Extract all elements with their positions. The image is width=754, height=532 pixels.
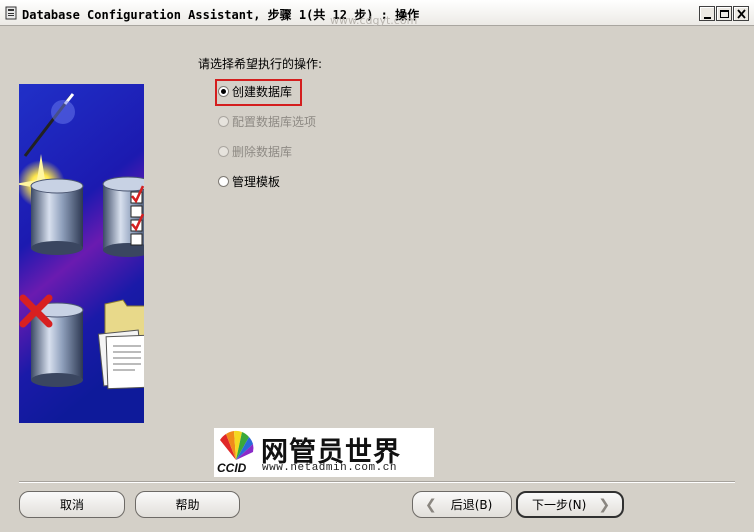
button-separator bbox=[19, 481, 735, 483]
ccid-logo-icon bbox=[220, 430, 254, 460]
maximize-icon bbox=[720, 10, 729, 18]
radio-delete-database bbox=[218, 145, 229, 157]
back-label: 后退(B) bbox=[450, 498, 493, 512]
back-button[interactable]: ❮ 后退(B) bbox=[412, 491, 512, 518]
option-label: 创建数据库 bbox=[232, 84, 293, 99]
next-button[interactable]: 下一步(N) ❯ bbox=[516, 491, 624, 518]
help-button[interactable]: 帮助 bbox=[135, 491, 240, 518]
next-arrow-icon: ❯ bbox=[598, 496, 611, 513]
option-manage-templates[interactable]: 管理模板 bbox=[218, 171, 280, 191]
minimize-icon bbox=[704, 17, 711, 19]
option-label: 管理模板 bbox=[232, 174, 281, 189]
close-icon bbox=[737, 9, 746, 19]
database-artwork-icon bbox=[19, 84, 144, 423]
option-configure-database: 配置数据库选项 bbox=[218, 111, 316, 131]
maximize-button[interactable] bbox=[716, 6, 732, 21]
option-delete-database: 删除数据库 bbox=[218, 141, 292, 161]
close-button[interactable] bbox=[733, 6, 749, 21]
help-label: 帮助 bbox=[175, 498, 200, 512]
option-label: 删除数据库 bbox=[232, 144, 293, 159]
watermark-text: www.cdgyt.com bbox=[330, 14, 418, 27]
radio-configure-database bbox=[218, 115, 229, 127]
netadmin-logo: 网管员世界 CCID www.netadmin.com.cn bbox=[214, 428, 434, 477]
brand-ccid: CCID bbox=[217, 461, 247, 475]
radio-manage-templates[interactable] bbox=[218, 175, 229, 187]
option-label: 配置数据库选项 bbox=[232, 114, 317, 129]
option-create-database[interactable]: 创建数据库 bbox=[218, 81, 292, 101]
radio-create-database[interactable] bbox=[218, 85, 229, 97]
cancel-button[interactable]: 取消 bbox=[19, 491, 125, 518]
minimize-button[interactable] bbox=[699, 6, 715, 21]
back-arrow-icon: ❮ bbox=[425, 496, 437, 513]
app-icon bbox=[5, 6, 17, 20]
cancel-label: 取消 bbox=[59, 498, 84, 512]
next-label: 下一步(N) bbox=[532, 498, 587, 512]
operation-prompt: 请选择希望执行的操作: bbox=[198, 57, 323, 71]
wizard-illustration bbox=[19, 84, 144, 423]
brand-url: www.netadmin.com.cn bbox=[262, 462, 397, 474]
title-bar: Database Configuration Assistant, 步骤 1(共… bbox=[0, 0, 754, 27]
